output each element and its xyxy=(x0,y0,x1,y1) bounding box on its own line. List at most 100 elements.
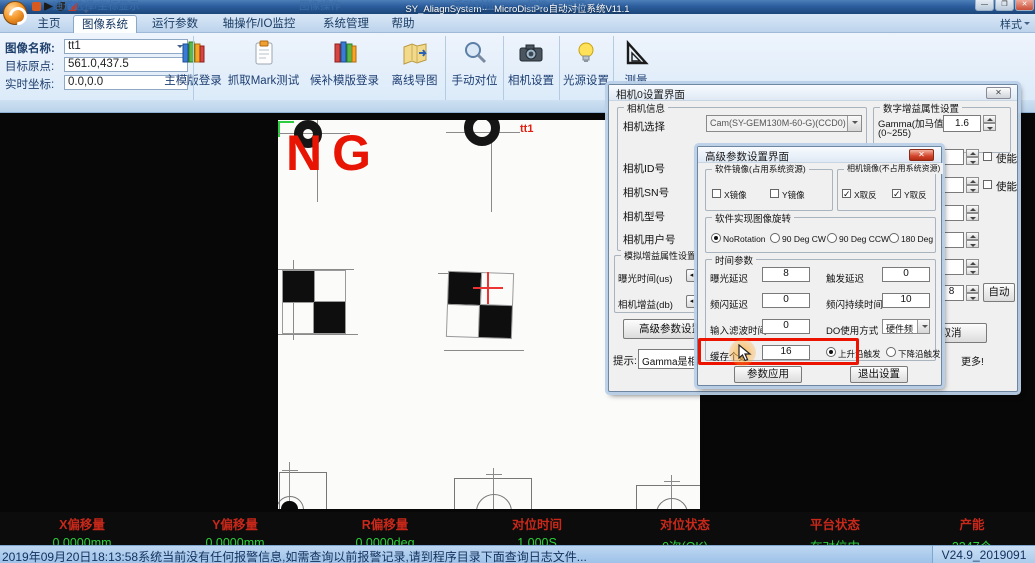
bulb-icon xyxy=(572,39,600,67)
apply-params-button[interactable]: 参数应用 xyxy=(734,366,802,383)
rotation-180-radio[interactable] xyxy=(889,233,899,243)
camera-select-combo[interactable]: Cam(SY-GEM130M-60-G)(CCD0) xyxy=(706,115,862,132)
realtime-coord-label: 实时坐标: xyxy=(5,76,54,92)
tab-system-mgmt[interactable]: 系统管理 xyxy=(316,15,376,33)
rotation-180-label: 180 Deg xyxy=(901,234,933,244)
clipboard-icon xyxy=(250,39,278,67)
x-mirror-checkbox[interactable] xyxy=(712,189,721,198)
input-filter-field[interactable]: 0 xyxy=(762,319,810,334)
param-spinner[interactable] xyxy=(966,205,979,221)
log-message: 2019年09月20日18:13:58系统当前没有任何报警信息,如需查询以前报警… xyxy=(2,548,587,563)
grab-mark-test-button[interactable]: 抓取Mark测试 xyxy=(224,36,303,98)
exposure-delay-label: 曝光延迟 xyxy=(710,271,748,285)
close-button[interactable]: ✕ xyxy=(1015,0,1034,11)
tab-run-params[interactable]: 运行参数 xyxy=(145,15,205,33)
param-spinner[interactable] xyxy=(966,177,979,193)
enable-checkbox[interactable] xyxy=(983,180,992,189)
maximize-button[interactable]: ❐ xyxy=(995,0,1014,11)
offline-map-button[interactable]: 离线导图 xyxy=(386,36,443,98)
group-label-light: 光源 xyxy=(515,0,635,13)
backup-books-icon xyxy=(331,39,359,67)
tab-home[interactable]: 主页 xyxy=(28,15,70,33)
camera-dialog-close-icon[interactable]: ✕ xyxy=(986,87,1011,99)
x-invert-checkbox[interactable]: ✓ xyxy=(842,189,851,198)
x-mirror-label: X镜像 xyxy=(724,189,747,201)
param-field[interactable] xyxy=(939,205,964,221)
trigger-delay-label: 触发延迟 xyxy=(826,271,864,285)
camera-id-label: 相机ID号 xyxy=(623,161,665,176)
do-mode-combo[interactable]: 硬件频 xyxy=(882,319,930,334)
combo-caret-icon[interactable] xyxy=(847,116,861,131)
param-spinner[interactable] xyxy=(966,149,979,165)
measure-icon xyxy=(622,39,650,67)
roi-corner-icon xyxy=(278,121,280,137)
gamma-field[interactable]: 1.6 xyxy=(943,115,981,132)
input-filter-label: 输入滤波时间 xyxy=(710,323,767,337)
rotation-90ccw-label: 90 Deg CCW xyxy=(839,234,889,244)
log-bar: 2019年09月20日18:13:58系统当前没有任何报警信息,如需查询以前报警… xyxy=(0,545,1035,563)
folder-icon xyxy=(401,39,429,67)
param-spinner[interactable] xyxy=(966,259,979,275)
gamma-range-label: (0~255) xyxy=(878,128,911,139)
advanced-dialog-titlebar[interactable]: 高级参数设置界面 xyxy=(698,147,941,163)
hint-field: Gamma是相机 xyxy=(638,349,700,369)
backup-template-login-button[interactable]: 候补模版登录 xyxy=(305,36,384,98)
falling-edge-radio[interactable] xyxy=(886,347,896,357)
camera-dialog-titlebar[interactable]: 相机0设置界面 xyxy=(609,85,1017,101)
style-menu-button[interactable]: 样式 xyxy=(988,16,1030,32)
auto-button[interactable]: 自动 xyxy=(983,283,1015,302)
camera-settings-button[interactable]: 相机设置 xyxy=(504,36,558,98)
group-label-channel: 通道选择/坐标显示 xyxy=(36,0,156,13)
gamma-spinner[interactable] xyxy=(983,115,996,131)
annotation-highlight-box xyxy=(698,338,859,365)
target-origin-label: 目标原点: xyxy=(5,58,54,74)
tab-help[interactable]: 帮助 xyxy=(385,15,421,33)
rotation-90cw-radio[interactable] xyxy=(770,233,780,243)
version-label: V24.9_2019091 xyxy=(932,546,1035,563)
advanced-dialog-close-icon[interactable]: ✕ xyxy=(909,149,934,161)
do-mode-label: DO使用方式 xyxy=(826,323,878,337)
combo-caret-icon[interactable] xyxy=(917,320,929,333)
strobe-delay-field[interactable]: 0 xyxy=(762,293,810,308)
rotation-none-label: NoRotation xyxy=(723,234,766,244)
template-name-label: tt1 xyxy=(520,123,533,135)
trigger-delay-field[interactable]: 0 xyxy=(882,267,930,282)
checkerboard-mark xyxy=(446,271,514,339)
param-spinner[interactable] xyxy=(966,232,979,248)
light-settings-button[interactable]: 光源设置 xyxy=(560,36,612,98)
enable-label: 使能 xyxy=(996,179,1017,194)
checkerboard-mark xyxy=(282,270,346,334)
param-field[interactable]: 8 xyxy=(939,285,964,301)
y-mirror-label: Y镜像 xyxy=(782,189,805,201)
tab-image-system[interactable]: 图像系统 xyxy=(73,15,137,33)
manual-align-button[interactable]: 手动对位 xyxy=(447,36,502,98)
exposure-delay-field[interactable]: 8 xyxy=(762,267,810,282)
tab-axis-io[interactable]: 轴操作/IO监控 xyxy=(213,15,305,33)
param-field[interactable] xyxy=(939,177,964,193)
exposure-spin-icon[interactable]: ◂ xyxy=(686,269,697,282)
camera-model-label: 相机型号 xyxy=(623,209,665,224)
param-spinner[interactable] xyxy=(966,285,979,301)
param-field[interactable] xyxy=(939,232,964,248)
exposure-time-label: 曝光时间(us) xyxy=(618,271,672,285)
ring-fiducial xyxy=(464,120,500,146)
exit-settings-button[interactable]: 退出设置 xyxy=(850,366,908,383)
app-window: SY_AliagnSystem----MicroDistPro自动对位系统V11… xyxy=(0,0,1035,563)
advanced-settings-button[interactable]: 高级参数设置 xyxy=(623,319,703,339)
image-name-label: 图像名称: xyxy=(5,40,55,56)
strobe-duration-field[interactable]: 10 xyxy=(882,293,930,308)
app-logo-icon[interactable] xyxy=(3,1,27,25)
minimize-button[interactable]: — xyxy=(975,0,994,11)
y-mirror-checkbox[interactable] xyxy=(770,189,779,198)
enable-label: 使能 xyxy=(996,151,1017,166)
rotation-none-radio[interactable] xyxy=(711,233,721,243)
rotation-90ccw-radio[interactable] xyxy=(827,233,837,243)
param-field[interactable] xyxy=(939,259,964,275)
rotation-90cw-label: 90 Deg CW xyxy=(782,234,826,244)
gain-spin-icon[interactable]: ◂ xyxy=(686,295,697,308)
y-invert-label: Y取反 xyxy=(904,189,927,201)
more-text[interactable]: 更多! xyxy=(961,353,984,368)
roi-corner-icon xyxy=(278,121,294,123)
y-invert-checkbox[interactable]: ✓ xyxy=(892,189,901,198)
enable-checkbox[interactable] xyxy=(983,152,992,161)
